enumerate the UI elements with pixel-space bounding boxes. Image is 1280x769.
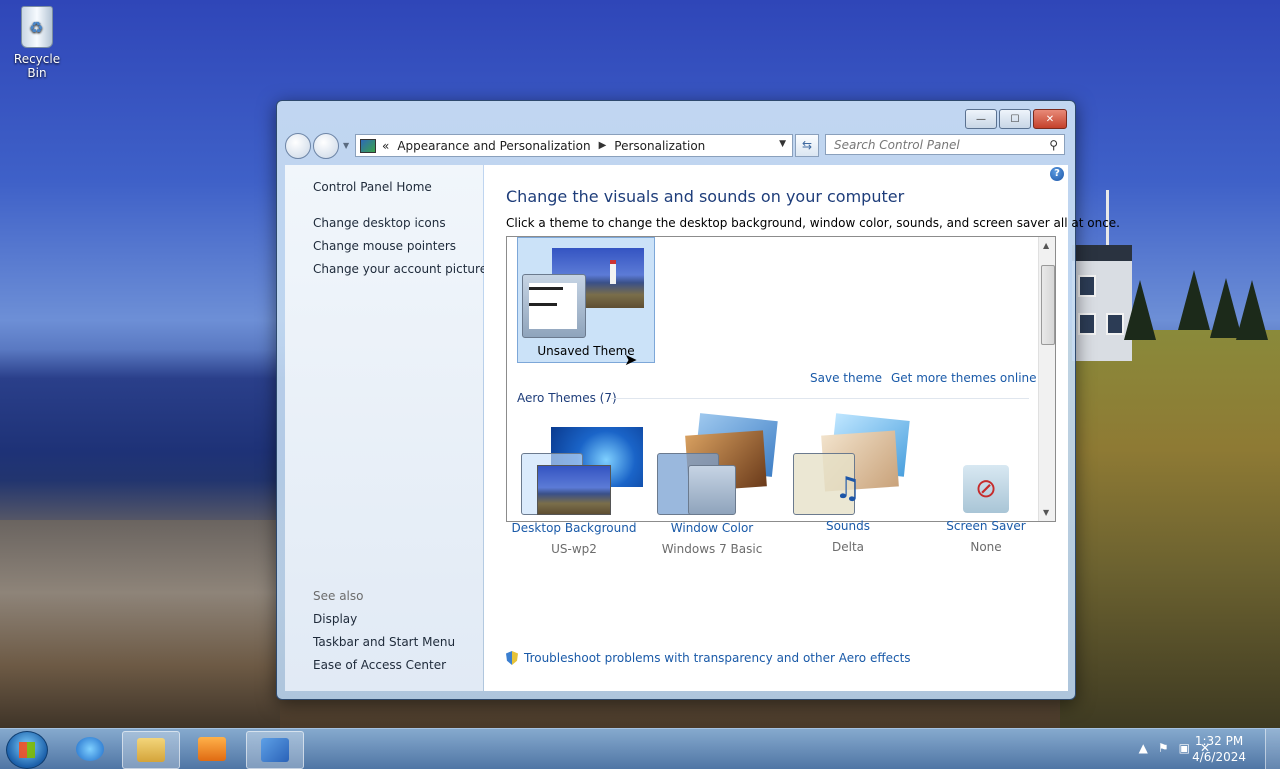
- desktop-background-item[interactable]: Desktop Background US-wp2: [504, 465, 644, 556]
- show-hidden-icons-icon[interactable]: ▲: [1139, 741, 1148, 755]
- control-panel-icon: [261, 738, 289, 762]
- scroll-thumb[interactable]: [1041, 265, 1055, 345]
- control-panel-icon: [360, 138, 376, 153]
- media-player-icon: [198, 737, 226, 761]
- troubleshoot-link[interactable]: Troubleshoot problems with transparency …: [524, 651, 911, 665]
- theme-window-color-thumbnail: [522, 274, 586, 338]
- sidebar-taskbar-start-menu[interactable]: Taskbar and Start Menu: [313, 635, 455, 649]
- tree: [1236, 280, 1268, 340]
- desktop-background-value: US-wp2: [551, 542, 597, 556]
- sounds-icon: ♫: [834, 471, 862, 506]
- clock[interactable]: 1:32 PM 4/6/2024: [1192, 733, 1246, 765]
- close-button[interactable]: ✕: [1033, 109, 1067, 129]
- tree: [1124, 280, 1156, 340]
- breadcrumb-appearance[interactable]: Appearance and Personalization: [397, 139, 590, 153]
- window-color-label[interactable]: Window Color: [642, 521, 782, 535]
- taskbar-internet-explorer[interactable]: [62, 731, 118, 767]
- window-color-item[interactable]: Window Color Windows 7 Basic: [642, 465, 782, 556]
- screen-saver-item[interactable]: ⊘ Screen Saver None: [916, 465, 1056, 554]
- address-chevron[interactable]: «: [382, 139, 389, 153]
- recycle-bin-label: Recycle Bin: [13, 52, 61, 80]
- unsaved-theme-tile[interactable]: Unsaved Theme ➤: [517, 237, 655, 369]
- sounds-item[interactable]: ♫ Sounds Delta: [778, 465, 918, 554]
- back-button[interactable]: [285, 133, 311, 159]
- taskbar: ▲ ⚑ ▣ ✕ 1:32 PM 4/6/2024: [0, 728, 1280, 769]
- taskbar-control-panel[interactable]: [246, 731, 304, 769]
- page-title: Change the visuals and sounds on your co…: [506, 187, 905, 206]
- internet-explorer-icon: [76, 737, 104, 761]
- search-placeholder: Search Control Panel: [834, 138, 960, 152]
- maximize-button[interactable]: ☐: [999, 109, 1031, 129]
- caption-buttons: — ☐ ✕: [965, 109, 1067, 129]
- get-more-themes-link[interactable]: Get more themes online: [891, 371, 1037, 385]
- scroll-up-icon[interactable]: ▲: [1043, 241, 1049, 250]
- save-theme-link[interactable]: Save theme: [810, 371, 882, 385]
- aero-divider: [611, 398, 1029, 399]
- rocky-shore: [0, 520, 280, 728]
- sidebar-change-desktop-icons[interactable]: Change desktop icons: [313, 216, 446, 230]
- action-center-flag-icon[interactable]: ⚑: [1158, 741, 1169, 755]
- desktop-background-icon: [537, 465, 611, 515]
- network-icon[interactable]: ▣: [1179, 741, 1190, 755]
- sounds-label[interactable]: Sounds: [778, 519, 918, 533]
- navigation-bar: ▼ « Appearance and Personalization ▶ Per…: [285, 133, 1067, 159]
- recycle-bin[interactable]: Recycle Bin: [4, 6, 70, 80]
- tree: [1178, 270, 1210, 330]
- grass-field: [1060, 330, 1280, 728]
- mouse-cursor-icon: ➤: [624, 350, 638, 369]
- house: [1072, 245, 1132, 361]
- show-desktop-button[interactable]: [1265, 729, 1280, 769]
- recycle-bin-icon: [21, 6, 53, 48]
- screen-saver-label[interactable]: Screen Saver: [916, 519, 1056, 533]
- recent-pages-dropdown-icon[interactable]: ▼: [343, 141, 349, 150]
- desktop-background-label[interactable]: Desktop Background: [504, 521, 644, 535]
- folder-icon: [137, 738, 165, 762]
- sidebar: Control Panel Home Change desktop icons …: [285, 165, 487, 691]
- sidebar-ease-of-access[interactable]: Ease of Access Center: [313, 658, 446, 672]
- window-color-icon: [688, 465, 736, 515]
- main-content: ? Change the visuals and sounds on your …: [484, 165, 1120, 691]
- sounds-value: Delta: [831, 540, 864, 554]
- taskbar-explorer[interactable]: [122, 731, 180, 769]
- clock-time: 1:32 PM: [1194, 734, 1244, 748]
- aero-themes-header: Aero Themes (7): [517, 391, 617, 405]
- troubleshoot-link-row[interactable]: Troubleshoot problems with transparency …: [506, 651, 911, 665]
- breadcrumb-personalization[interactable]: Personalization: [614, 139, 705, 153]
- taskbar-media-player[interactable]: [184, 731, 240, 767]
- address-dropdown-icon[interactable]: ▼: [779, 139, 786, 149]
- address-bar[interactable]: « Appearance and Personalization ▶ Perso…: [355, 134, 793, 157]
- sidebar-change-account-picture[interactable]: Change your account picture: [313, 262, 487, 276]
- window-color-value: Windows 7 Basic: [661, 542, 763, 556]
- sidebar-change-mouse-pointers[interactable]: Change mouse pointers: [313, 239, 456, 253]
- forward-button[interactable]: [313, 133, 339, 159]
- see-also-label: See also: [313, 589, 364, 603]
- minimize-button[interactable]: —: [965, 109, 997, 129]
- screen-saver-value: None: [970, 540, 1002, 554]
- sidebar-display[interactable]: Display: [313, 612, 357, 626]
- clock-date: 4/6/2024: [1192, 750, 1246, 764]
- personalization-window[interactable]: — ☐ ✕ ▼ « Appearance and Personalization…: [276, 100, 1120, 700]
- breadcrumb-arrow-icon[interactable]: ▶: [599, 140, 607, 151]
- refresh-button[interactable]: ⇆: [795, 134, 819, 157]
- search-input[interactable]: Search Control Panel ⚲: [825, 134, 1065, 155]
- start-button[interactable]: [6, 731, 48, 769]
- help-icon[interactable]: ?: [1050, 167, 1064, 181]
- search-icon[interactable]: ⚲: [1049, 135, 1058, 156]
- screen-saver-icon: ⊘: [963, 465, 1009, 513]
- sidebar-control-panel-home[interactable]: Control Panel Home: [313, 180, 432, 194]
- shield-icon: [506, 651, 518, 665]
- page-subtitle: Click a theme to change the desktop back…: [506, 216, 1120, 230]
